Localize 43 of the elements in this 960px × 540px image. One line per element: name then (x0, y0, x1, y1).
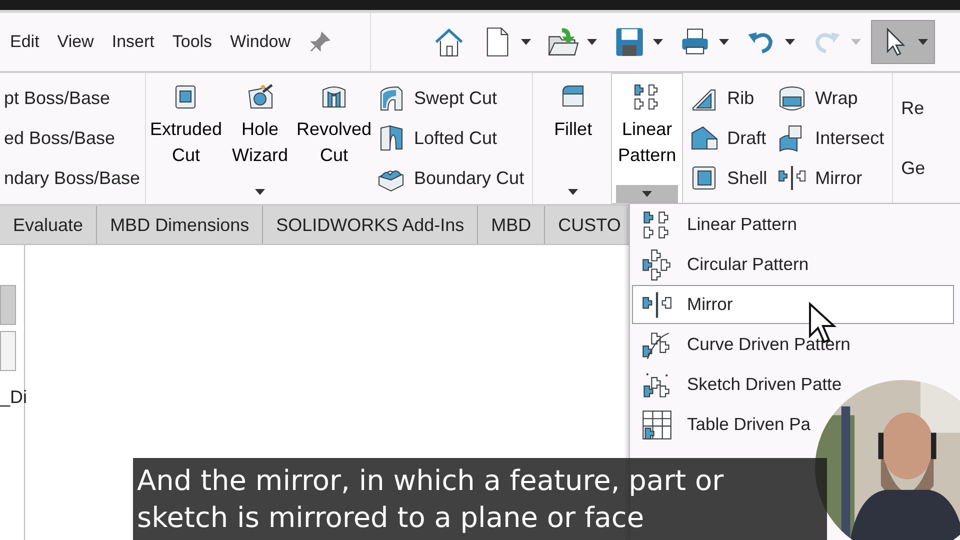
menu-item[interactable]: Circular Pattern (632, 245, 812, 284)
ribbon-item[interactable]: Swept Cut (376, 84, 524, 114)
pin-icon[interactable] (308, 31, 331, 53)
table-icon (641, 408, 673, 440)
ribbon-item[interactable]: Intersect (777, 123, 884, 154)
menu-item[interactable]: Table Driven Pa (632, 405, 814, 444)
ribbon-item[interactable]: ed Boss/Base (4, 128, 140, 149)
ribbon-item[interactable]: pt Boss/Base (4, 88, 140, 110)
ribbon-item[interactable]: ndary Boss/Base (4, 168, 140, 189)
tree-item[interactable]: _Di (0, 387, 24, 408)
menu-item[interactable]: Sketch Driven Patte (632, 365, 845, 404)
folder-icon (547, 26, 579, 58)
ribbon-item[interactable]: Mirror (777, 163, 884, 194)
menu-item[interactable]: Window (230, 32, 291, 52)
ribbon-button[interactable]: Revolved Cut (298, 73, 370, 204)
menu-item[interactable]: Mirror (632, 285, 954, 324)
menu-item[interactable]: Edit (10, 32, 40, 52)
menu-item[interactable]: Linear Pattern (632, 205, 800, 244)
menu-item[interactable]: View (57, 32, 94, 52)
caption: And the mirror, in which a feature, part or sketch is mirrored to a plane or face (133, 458, 827, 540)
tab[interactable]: MBD Dimensions (97, 206, 264, 244)
menu-item[interactable]: Insert (112, 32, 154, 52)
ribbon-button[interactable]: Extruded Cut (150, 73, 222, 204)
tab[interactable]: SOLIDWORKS Add-Ins (263, 206, 478, 244)
menu-item[interactable]: Curve Driven Pattern (632, 325, 854, 364)
tab[interactable]: Evaluate (0, 206, 98, 244)
menu-item[interactable]: Tools (172, 32, 212, 52)
ribbon-item[interactable]: Ge (901, 158, 926, 179)
ribbon-item[interactable]: Rib (689, 84, 768, 114)
ribbon-item[interactable]: Draft (689, 123, 768, 154)
ribbon-button[interactable]: Linear Pattern (611, 73, 684, 204)
tab[interactable]: MBD (478, 206, 546, 244)
ribbon-item[interactable]: Shell (689, 163, 768, 194)
ribbon-button[interactable]: Hole Wizard (224, 73, 296, 204)
ribbon-item[interactable]: Re (901, 98, 926, 120)
ribbon-item[interactable]: Lofted Cut (376, 123, 524, 154)
ribbon-item[interactable]: Boundary Cut (376, 163, 524, 194)
home-icon (433, 26, 465, 58)
save-icon (613, 26, 645, 58)
ribbon-button[interactable]: Fillet (537, 73, 610, 204)
pattern-icon (641, 248, 673, 280)
toolbar-button[interactable] (871, 20, 935, 64)
ribbon-item[interactable]: Wrap (777, 84, 884, 114)
